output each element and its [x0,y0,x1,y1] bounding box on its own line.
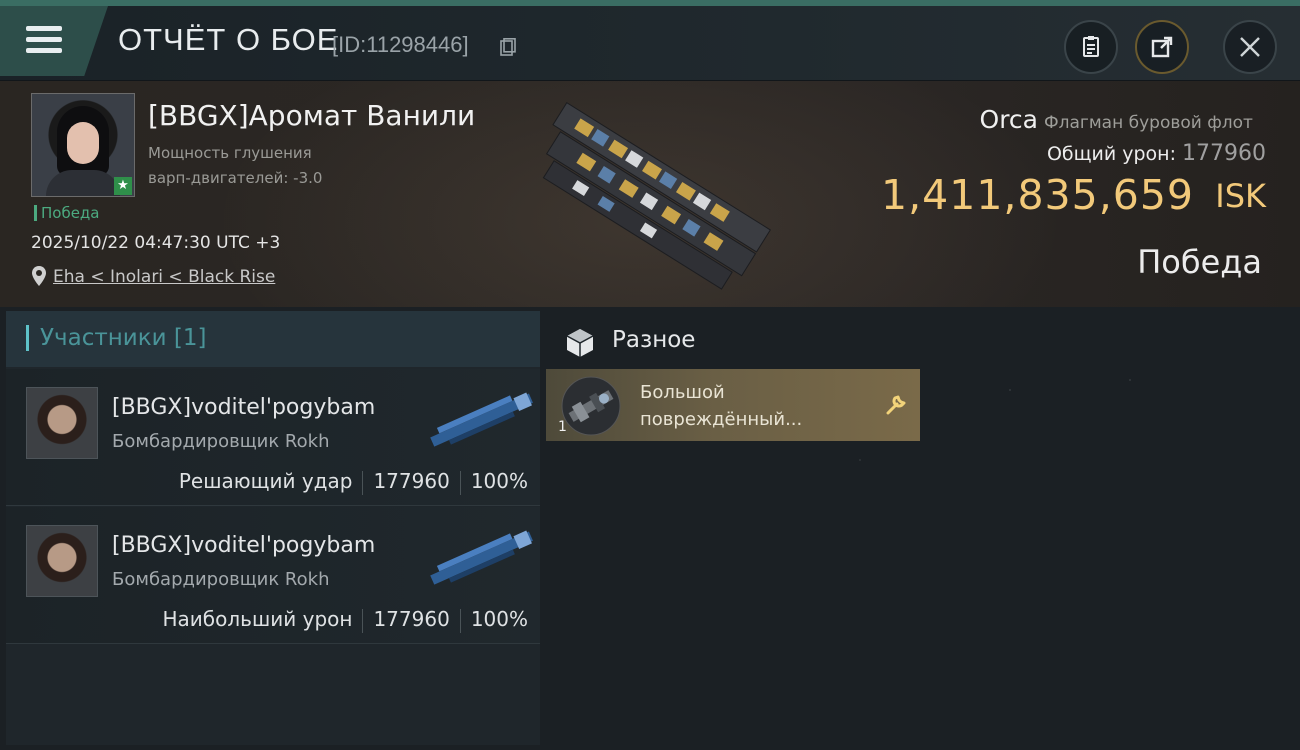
total-damage-label: Общий урон: [1046,143,1176,165]
header-accent-bar [26,325,29,351]
close-button[interactable] [1223,20,1277,74]
participant-damage: 177960 [373,607,450,631]
misc-panel: Разное 1 Большой повреждённый... [544,311,1296,745]
kill-summary-banner: ★ [BBGX]Аромат Ванили Мощность глушения … [0,81,1300,307]
item-quantity: 1 [558,419,567,435]
participant-stats: Решающий удар 177960 100% [179,469,528,495]
participant-damage: 177960 [373,469,450,493]
location-link[interactable]: Eha < Inolari < Black Rise [53,267,275,287]
total-damage-value: 177960 [1182,141,1266,166]
victim-name[interactable]: [BBGX]Аромат Ванили [148,99,475,132]
timestamp: 2025/10/22 04:47:30 UTC +3 [31,233,281,253]
participant-role: Наибольший урон [162,607,353,631]
isk-value: 1,411,835,659 [881,171,1194,219]
victim-attribute-line1: Мощность глушения [148,144,312,162]
participant-row[interactable]: [BBGX]voditel'pogybam Бомбардировщик Rok… [6,507,540,644]
participant-ship-image [430,392,533,447]
header-bar: ОТЧЁТ О БОЕ [ID:11298446] [0,6,1300,81]
star-badge-icon: ★ [114,177,132,195]
clipboard-icon [1083,36,1099,57]
participant-name[interactable]: [BBGX]voditel'pogybam [112,395,375,420]
hamburger-menu-icon [26,26,62,54]
result-tag: Победа [34,205,100,221]
location-pin-icon [32,266,46,286]
participant-row[interactable]: [BBGX]voditel'pogybam Бомбардировщик Rok… [6,369,540,506]
participant-stats: Наибольший урон 177960 100% [163,607,528,633]
report-id: [ID:11298446] [332,32,469,57]
victim-ship-image [542,102,772,290]
share-icon [1151,36,1173,58]
participant-avatar[interactable] [26,387,98,459]
wrench-icon [886,395,906,415]
participant-ship: Бомбардировщик Rokh [112,431,330,452]
menu-button[interactable] [0,6,108,76]
participants-header-label: Участники [1] [40,325,207,351]
participant-role: Решающий удар [178,469,353,493]
participant-name[interactable]: [BBGX]voditel'pogybam [112,533,375,558]
participant-percent: 100% [470,469,528,493]
victim-attribute-line2: варп-двигателей: -3.0 [148,169,323,187]
participant-percent: 100% [470,607,528,631]
cube-icon [566,329,594,357]
participants-panel: Участники [1] [BBGX]voditel'pogybam Бомб… [6,311,540,745]
page-title: ОТЧЁТ О БОЕ [118,22,339,57]
participants-header[interactable]: Участники [1] [6,311,540,367]
victim-ship-name[interactable]: Orca [980,105,1038,134]
isk-unit: ISK [1215,177,1266,215]
loot-item-card[interactable]: 1 Большой повреждённый... [546,369,920,441]
clipboard-button[interactable] [1064,20,1118,74]
participant-ship: Бомбардировщик Rokh [112,569,330,590]
copy-id-icon[interactable] [500,38,516,56]
share-button[interactable] [1135,20,1189,74]
participant-ship-image [430,530,533,585]
close-icon [1240,37,1260,57]
participant-avatar[interactable] [26,525,98,597]
victim-ship-class: Флагман буровой флот [1044,113,1253,133]
item-name: Большой повреждённый... [640,382,803,430]
item-thumbnail [561,376,621,436]
outcome-label: Победа [1137,243,1262,281]
misc-header-label: Разное [612,327,696,353]
